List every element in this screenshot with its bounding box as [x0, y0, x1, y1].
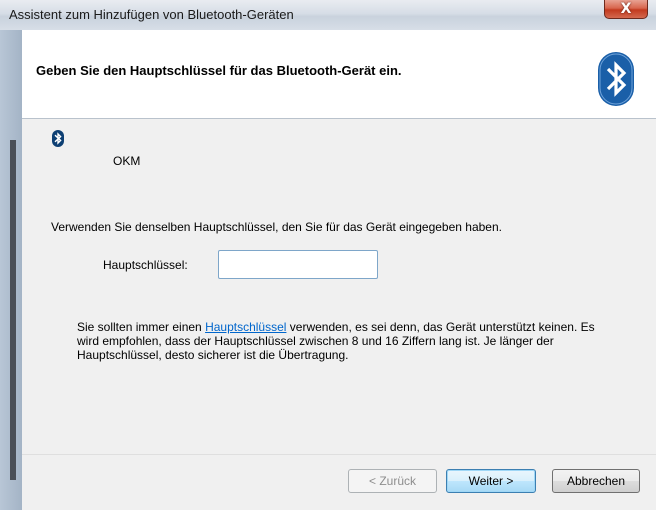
instruction-text: Verwenden Sie denselben Hauptschlüssel, …: [51, 220, 502, 234]
wizard-window: Assistent zum Hinzufügen von Bluetooth-G…: [0, 0, 656, 510]
window-frame-shadow: [10, 140, 16, 480]
info-text: Sie sollten immer einen Hauptschlüssel v…: [77, 320, 597, 362]
passkey-input[interactable]: [218, 250, 378, 279]
wizard-content: OKM Verwenden Sie denselben Hauptschlüss…: [22, 119, 656, 454]
page-title: Geben Sie den Hauptschlüssel für das Blu…: [36, 63, 402, 78]
device-name: OKM: [113, 154, 141, 168]
next-button[interactable]: Weiter >: [446, 469, 536, 493]
device-bluetooth-icon: [52, 130, 64, 147]
title-bar[interactable]: Assistent zum Hinzufügen von Bluetooth-G…: [0, 0, 656, 31]
cancel-button[interactable]: Abbrechen: [552, 469, 640, 493]
bluetooth-icon: [598, 52, 634, 106]
info-text-before: Sie sollten immer einen: [77, 320, 206, 334]
back-button[interactable]: < Zurück: [348, 469, 437, 493]
window-title: Assistent zum Hinzufügen von Bluetooth-G…: [9, 7, 294, 22]
wizard-footer: < Zurück Weiter > Abbrechen: [22, 454, 656, 510]
wizard-header: Geben Sie den Hauptschlüssel für das Blu…: [22, 30, 656, 119]
close-icon: X: [620, 1, 632, 17]
passkey-help-link[interactable]: Hauptschlüssel: [205, 320, 286, 334]
close-button[interactable]: X: [604, 0, 648, 19]
passkey-label: Hauptschlüssel:: [103, 258, 188, 272]
